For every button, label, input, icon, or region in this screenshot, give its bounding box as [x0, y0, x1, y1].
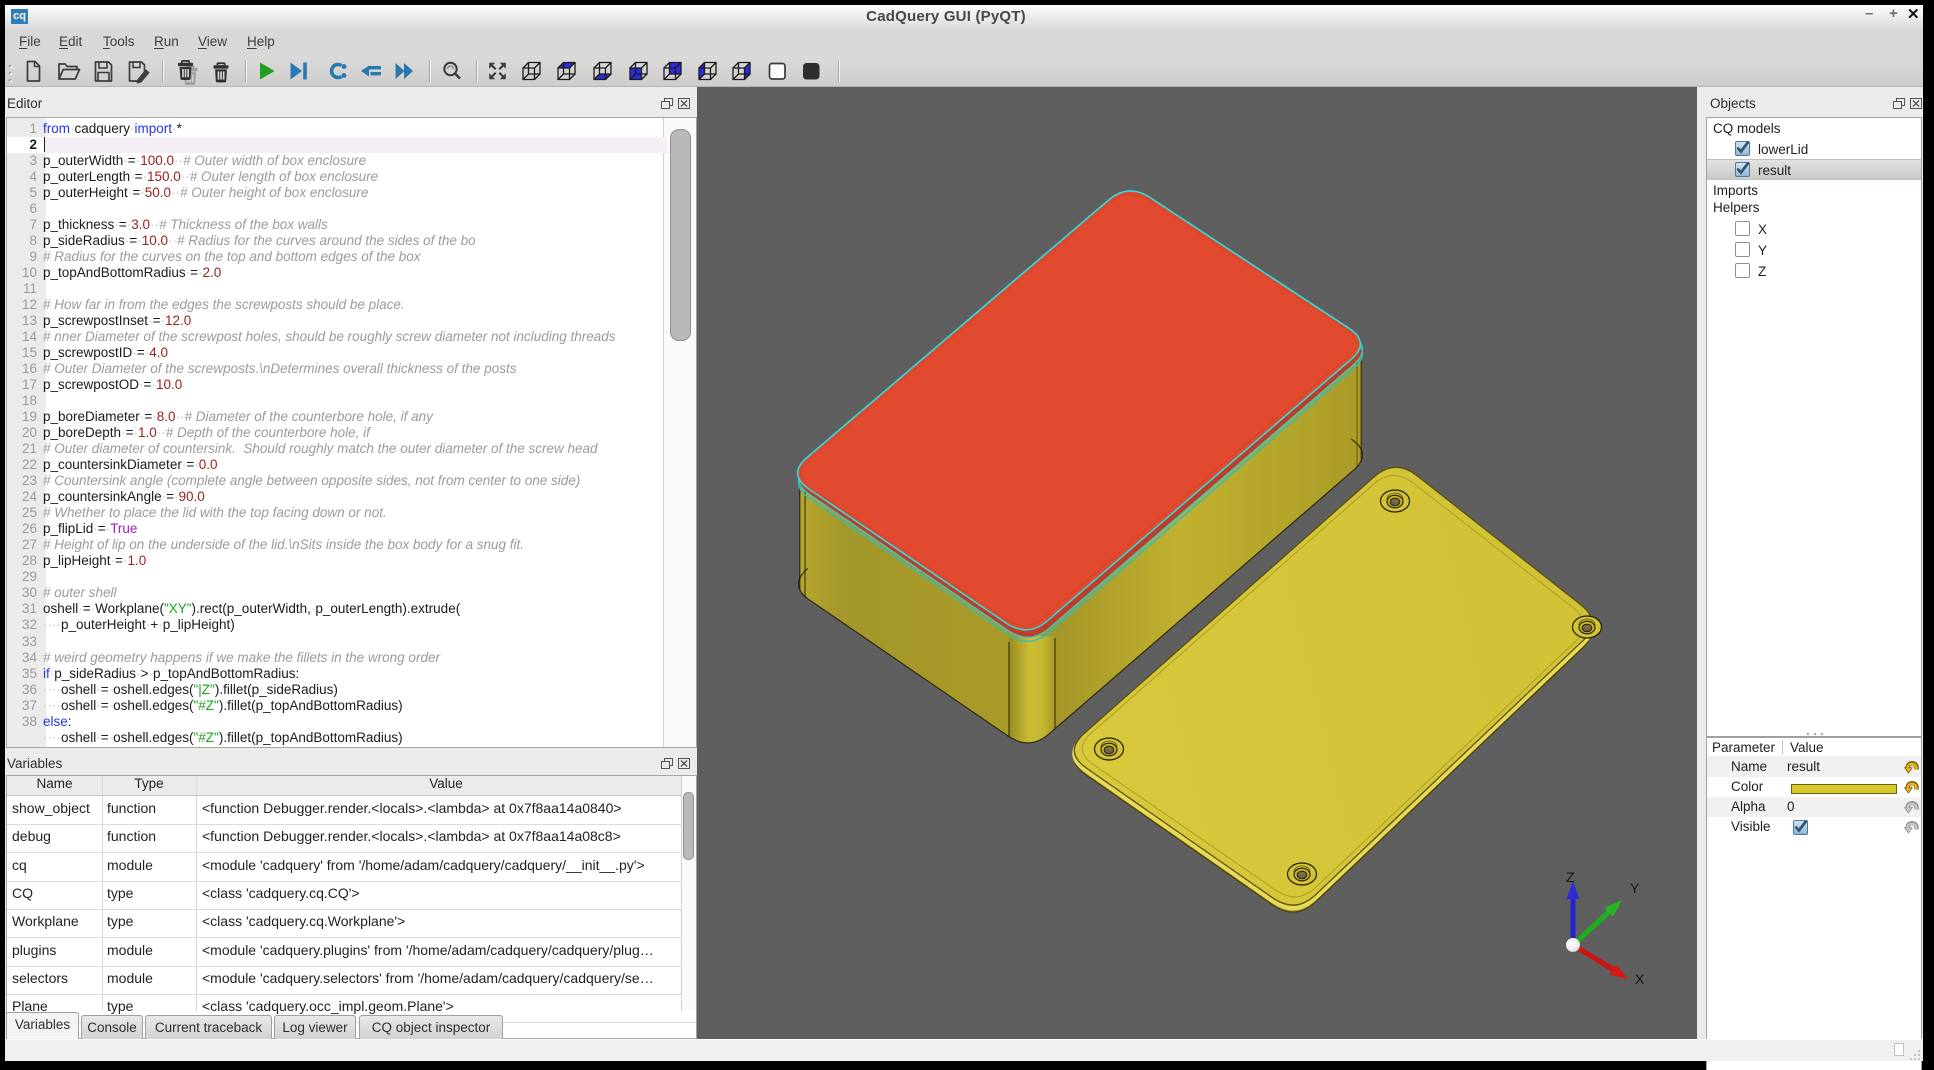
svg-text:Y: Y: [1630, 880, 1640, 896]
svg-text:Z: Z: [1566, 869, 1575, 885]
svg-text:X: X: [1635, 971, 1645, 987]
